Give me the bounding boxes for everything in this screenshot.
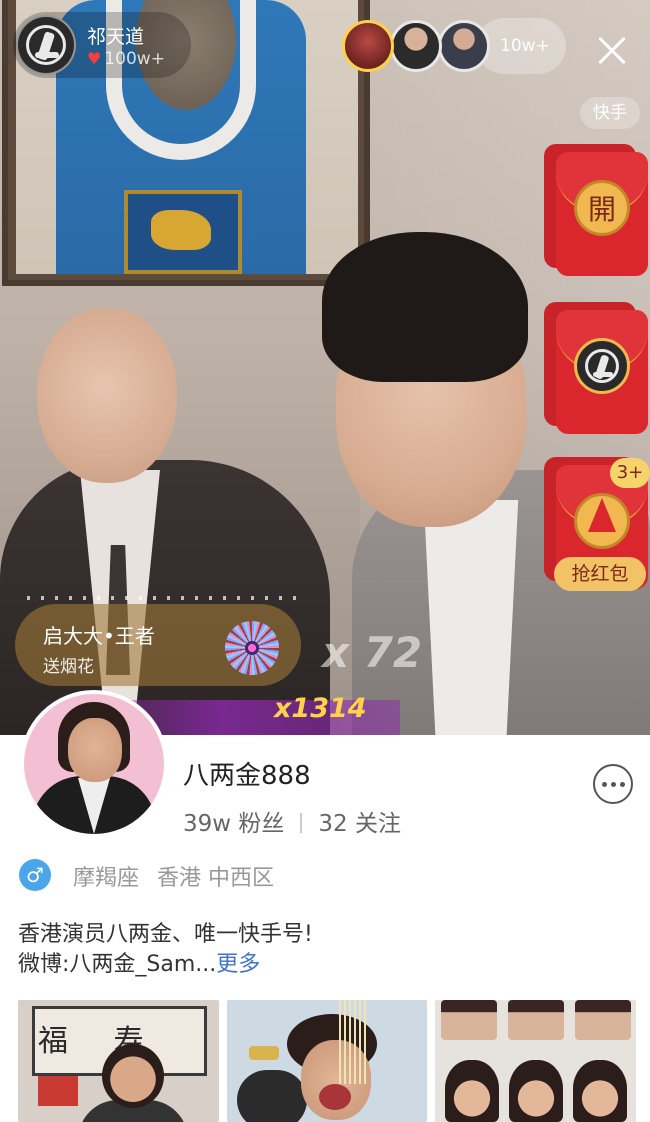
host-info[interactable]: 祁天道 ♥ 100w+ (13, 12, 191, 78)
host-likes: ♥ 100w+ (87, 49, 165, 69)
video-thumbnail[interactable] (227, 1000, 427, 1122)
gift-combo: x 72 (322, 628, 423, 677)
host-likes-count: 100w+ (104, 49, 165, 69)
viewer-avatar[interactable] (390, 20, 442, 72)
zodiac: 摩羯座 (73, 866, 140, 891)
host-seal-icon (574, 338, 630, 394)
more-options-button[interactable] (593, 764, 633, 804)
red-packet-count-badge: 3+ (610, 458, 650, 488)
male-gender-icon: ♂ (19, 859, 51, 891)
follow-stats: 39w 粉丝 32 关注 (183, 804, 401, 838)
bio-line: 微博:八两金_Sam...更多 (18, 946, 260, 978)
video-thumbnail[interactable]: 福 寿 (18, 1000, 219, 1122)
top-viewers[interactable]: 10w+ (340, 18, 566, 74)
gift-combo-total: x1314 (274, 693, 367, 724)
dot-icon (619, 781, 625, 787)
grab-red-packet-button[interactable]: 抢红包 (554, 557, 646, 591)
bio-text: 微博:八两金_Sam... (18, 952, 217, 977)
gift-sparkle-dots (27, 596, 307, 600)
star-icon (588, 498, 616, 532)
bio-more-link[interactable]: 更多 (216, 952, 260, 977)
close-icon[interactable] (592, 30, 632, 70)
dot-icon (601, 781, 607, 787)
location: 香港 中西区 (157, 866, 275, 891)
bio-line: 香港演员八两金、唯一快手号! (18, 922, 313, 947)
following-count[interactable]: 32 关注 (318, 811, 401, 837)
stat-divider (300, 813, 303, 833)
viewer-avatar[interactable] (342, 20, 394, 72)
followers-count[interactable]: 39w 粉丝 (183, 811, 284, 837)
dot-icon (610, 781, 616, 787)
red-packet-host[interactable] (556, 310, 648, 434)
video-thumbnail[interactable] (435, 1000, 636, 1122)
profile-username: 八两金888 (183, 761, 311, 791)
gift-sender: 启大大•王者 (43, 624, 155, 648)
star-seal-icon (574, 493, 630, 549)
red-packet-open[interactable]: 開 (556, 152, 648, 276)
firework-icon (225, 621, 279, 675)
viewer-avatar[interactable] (438, 20, 490, 72)
gift-action: 送烟花 (43, 657, 94, 677)
live-video[interactable]: 祁天道 ♥ 100w+ 10w+ 快手 開 3+ 抢红包 启大大•王者 送烟花 x… (0, 0, 650, 735)
profile-avatar[interactable] (20, 690, 168, 838)
heart-icon: ♥ (87, 49, 102, 68)
profile-meta: 摩羯座 香港 中西区 (73, 860, 274, 892)
host-name: 祁天道 (87, 26, 145, 48)
host-avatar[interactable] (16, 15, 76, 75)
open-seal-icon: 開 (574, 180, 630, 236)
platform-tag: 快手 (580, 97, 640, 129)
gift-banner: 启大大•王者 送烟花 (15, 596, 307, 686)
host-logo-icon (26, 25, 66, 65)
